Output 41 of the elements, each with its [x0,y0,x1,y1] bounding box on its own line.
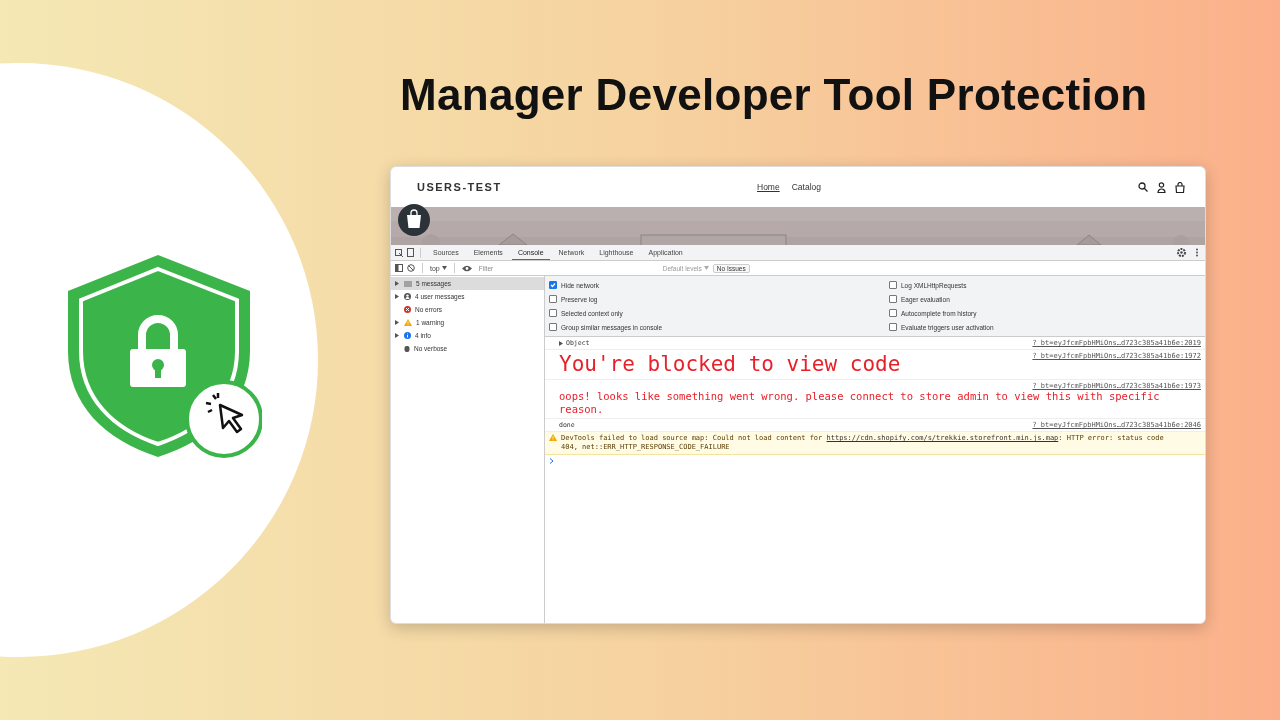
inspect-icon[interactable] [395,248,403,257]
checkbox[interactable] [549,309,557,317]
error-icon [404,306,411,313]
search-icon[interactable] [1138,182,1148,192]
nav-link[interactable]: Catalog [791,182,821,192]
checkbox[interactable] [549,295,557,303]
expand-arrow-icon[interactable] [395,294,399,299]
checkbox[interactable] [889,323,897,331]
checkbox[interactable] [889,281,897,289]
expand-arrow-icon[interactable] [559,340,563,346]
sidebar-icon[interactable] [395,264,403,272]
shopping-bag-icon[interactable] [397,203,431,237]
prompt-icon[interactable] [549,458,554,465]
eye-icon[interactable] [461,264,472,272]
blocked-message: You're blocked to view code [559,351,901,378]
settings-icon[interactable] [1177,248,1186,257]
page-title: Manager Developer Tool Protection [400,70,1149,120]
expand-arrow-icon[interactable] [395,281,399,286]
checkbox[interactable] [549,281,557,289]
cart-icon[interactable] [1175,181,1185,193]
checkbox[interactable] [549,323,557,331]
device-icon[interactable] [406,248,414,257]
warning-icon [549,434,557,442]
more-icon[interactable] [1195,248,1199,257]
checkbox[interactable] [889,309,897,317]
store-logo[interactable]: USERS-TEST [417,181,757,193]
user-icon [404,293,411,300]
expand-arrow-icon[interactable] [395,333,399,338]
warning-icon [404,319,412,326]
error-message: oops! looks like something went wrong. please connect to store admin to view this with specific reason. [559,390,1161,418]
bug-icon [404,345,410,352]
caret-icon [703,266,709,270]
checkbox[interactable] [889,295,897,303]
list-icon [404,280,412,287]
expand-arrow-icon[interactable] [395,320,399,325]
info-icon [404,332,411,339]
nav-link[interactable]: Home [757,182,780,192]
user-icon[interactable] [1157,181,1166,193]
caret-icon [441,266,447,270]
clear-icon[interactable] [407,264,415,272]
shield-lock-icon [66,254,262,461]
